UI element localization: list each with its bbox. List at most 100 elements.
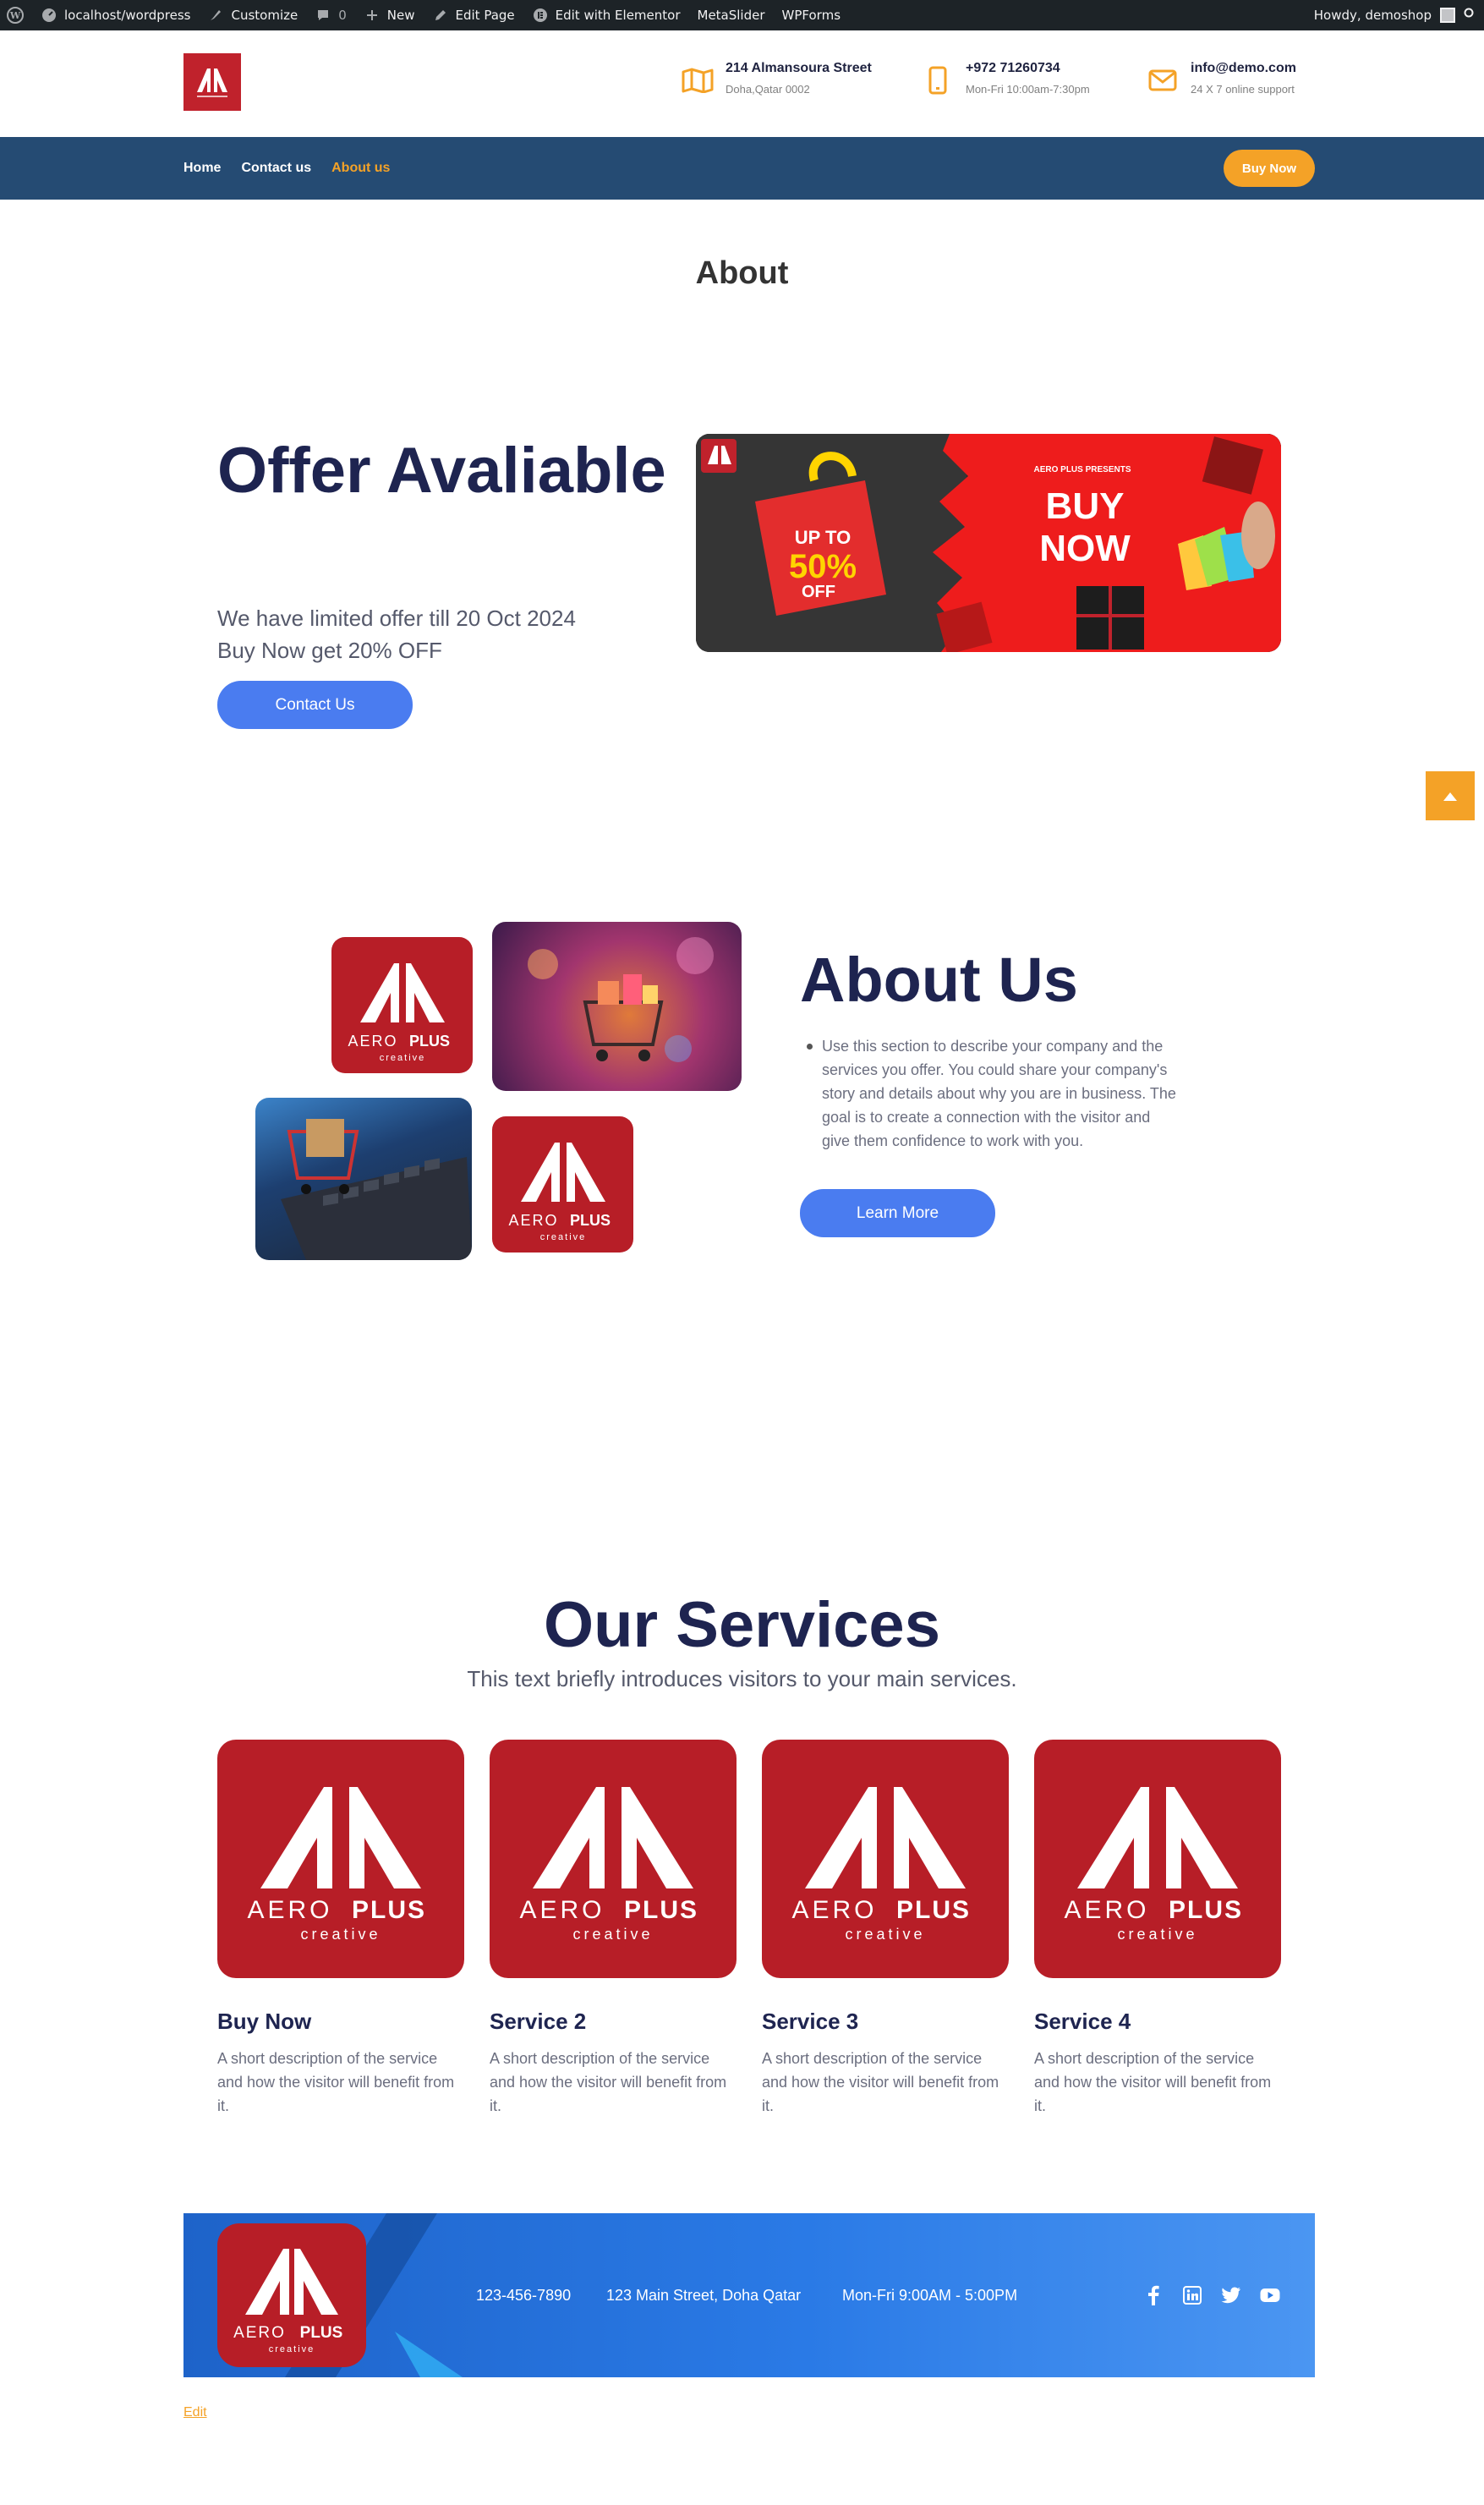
service-card[interactable]: AERO PLUS creative Buy Now A short descr… [217, 1740, 464, 2118]
svg-text:creative: creative [269, 2344, 315, 2354]
nav-item-about-us[interactable]: About us [331, 161, 390, 176]
svg-text:PLUS: PLUS [1169, 1896, 1243, 1924]
svg-text:creative: creative [572, 1926, 653, 1943]
about-logo-tile-1: AERO PLUS creative [331, 937, 473, 1073]
comment-icon [315, 7, 331, 24]
service-description: A short description of the service and h… [490, 2050, 727, 2114]
arrow-up-icon [1443, 788, 1457, 804]
header-phone: +972 71260734 Mon-Fri 10:00am-7:30pm [922, 61, 1090, 96]
site-name-link[interactable]: localhost/wordpress [41, 7, 190, 24]
footer-phone: 123-456-7890 [476, 2286, 572, 2304]
site-footer: AERO PLUS creative 123-456-7890 123 Main… [183, 2213, 1315, 2377]
edit-page-label: Edit Page [455, 8, 515, 23]
svg-text:creative: creative [539, 1232, 586, 1242]
footer-address: 123 Main Street, Doha Qatar [606, 2286, 802, 2304]
aero-plus-logo-icon: AERO PLUS creative [1064, 1787, 1243, 1943]
aero-plus-logo-icon: AERO PLUS creative [508, 1142, 611, 1242]
aero-plus-logo-icon: AERO PLUS creative [348, 962, 450, 1063]
youtube-icon[interactable] [1260, 2285, 1280, 2305]
facebook-icon[interactable] [1143, 2285, 1164, 2305]
svg-text:UP TO: UP TO [795, 527, 851, 548]
elementor-link[interactable]: Edit with Elementor [532, 7, 681, 24]
comments-link[interactable]: 0 [315, 7, 347, 24]
svg-text:creative: creative [379, 1053, 425, 1063]
comments-count: 0 [338, 8, 347, 23]
laptop-cart-photo [255, 1098, 472, 1260]
aero-plus-logo-icon: AERO PLUS creative [519, 1787, 697, 1943]
offer-line1: We have limited offer till 20 Oct 2024 [217, 606, 576, 631]
svg-text:AERO: AERO [348, 1033, 397, 1050]
service-name: Service 2 [490, 2009, 587, 2034]
elementor-label: Edit with Elementor [555, 8, 681, 23]
header-address: 214 Almansoura Street Doha,Qatar 0002 [682, 61, 872, 96]
email-line2: 24 X 7 online support [1191, 83, 1295, 96]
service-image: AERO PLUS creative [762, 1740, 1009, 1978]
svg-text:PLUS: PLUS [896, 1896, 971, 1924]
offer-text: We have limited offer till 20 Oct 2024 B… [217, 602, 691, 666]
svg-text:AERO PLUS PRESENTS: AERO PLUS PRESENTS [1033, 465, 1131, 474]
customize-label: Customize [231, 8, 298, 23]
service-image: AERO PLUS creative [490, 1740, 737, 1978]
scroll-to-top-button[interactable] [1426, 771, 1475, 820]
address-line1: 214 Almansoura Street [726, 61, 872, 75]
email-line1: info@demo.com [1191, 61, 1296, 75]
service-name: Service 4 [1034, 2009, 1131, 2034]
svg-text:PLUS: PLUS [408, 1033, 449, 1050]
svg-text:BUY: BUY [1046, 485, 1125, 527]
brush-icon [207, 7, 224, 24]
svg-text:AERO: AERO [247, 1896, 332, 1924]
howdy-label: Howdy, demoshop [1313, 8, 1432, 23]
twitter-icon[interactable] [1221, 2285, 1241, 2305]
services-subtitle: This text briefly introduces visitors to… [467, 1666, 1017, 1691]
search-icon[interactable] [1464, 8, 1476, 23]
site-logo[interactable] [183, 53, 241, 111]
wordpress-logo-menu[interactable]: W [7, 7, 24, 24]
site-name-label: localhost/wordpress [64, 8, 191, 23]
service-image: AERO PLUS creative [217, 1740, 464, 1978]
svg-text:creative: creative [300, 1926, 381, 1943]
edit-link[interactable]: Edit [183, 2405, 207, 2420]
service-description: A short description of the service and h… [762, 2050, 999, 2114]
phone-line2: Mon-Fri 10:00am-7:30pm [966, 83, 1090, 96]
about-logo-tile-2: AERO PLUS creative [492, 1116, 633, 1252]
aero-plus-logo-icon: AERO PLUS creative [233, 2249, 343, 2354]
service-name: Buy Now [217, 2009, 312, 2034]
service-card[interactable]: AERO PLUS creative Service 2 A short des… [490, 1740, 737, 2118]
customize-link[interactable]: Customize [207, 7, 298, 24]
service-card[interactable]: AERO PLUS creative Service 3 A short des… [762, 1740, 1009, 2118]
aero-plus-logo-icon: AERO PLUS creative [791, 1787, 971, 1943]
my-account-menu[interactable]: Howdy, demoshop [1314, 0, 1476, 30]
service-description: A short description of the service and h… [1034, 2050, 1272, 2114]
nav-item-contact-us[interactable]: Contact us [241, 161, 311, 176]
metaslider-link[interactable]: MetaSlider [698, 8, 765, 23]
dashboard-icon [41, 7, 57, 24]
service-card[interactable]: AERO PLUS creative Service 4 A short des… [1034, 1740, 1281, 2118]
learn-more-button[interactable]: Learn More [800, 1189, 995, 1237]
svg-text:PLUS: PLUS [300, 2324, 343, 2342]
buy-now-button[interactable]: Buy Now [1224, 150, 1315, 187]
new-content-link[interactable]: New [364, 7, 415, 24]
address-line2: Doha,Qatar 0002 [726, 83, 810, 96]
wpforms-label: WPForms [781, 8, 841, 23]
linkedin-icon[interactable] [1182, 2285, 1202, 2305]
edit-page-link[interactable]: Edit Page [432, 7, 515, 24]
laptop-keyboard-illustration [281, 1119, 472, 1260]
contact-us-button[interactable]: Contact Us [217, 681, 413, 729]
svg-text:AERO: AERO [508, 1212, 558, 1229]
wordpress-icon: W [7, 7, 24, 24]
svg-text:50%: 50% [789, 548, 857, 585]
svg-text:PLUS: PLUS [569, 1212, 610, 1229]
wpforms-link[interactable]: WPForms [782, 8, 841, 23]
svg-text:creative: creative [845, 1926, 925, 1943]
page-title: About [695, 255, 789, 291]
footer-logo[interactable]: AERO PLUS creative [217, 2223, 366, 2367]
svg-text:AERO: AERO [1064, 1896, 1149, 1924]
header-email: info@demo.com 24 X 7 online support [1147, 61, 1296, 96]
elementor-icon [532, 7, 549, 24]
main-navigation: Home Contact us About us Buy Now [0, 137, 1484, 200]
new-label: New [386, 8, 415, 23]
site-header: 214 Almansoura Street Doha,Qatar 0002 +9… [0, 30, 1484, 137]
plus-icon [364, 7, 381, 24]
nav-item-home[interactable]: Home [183, 161, 221, 176]
aero-plus-logo-icon: AERO PLUS creative [247, 1787, 424, 1943]
